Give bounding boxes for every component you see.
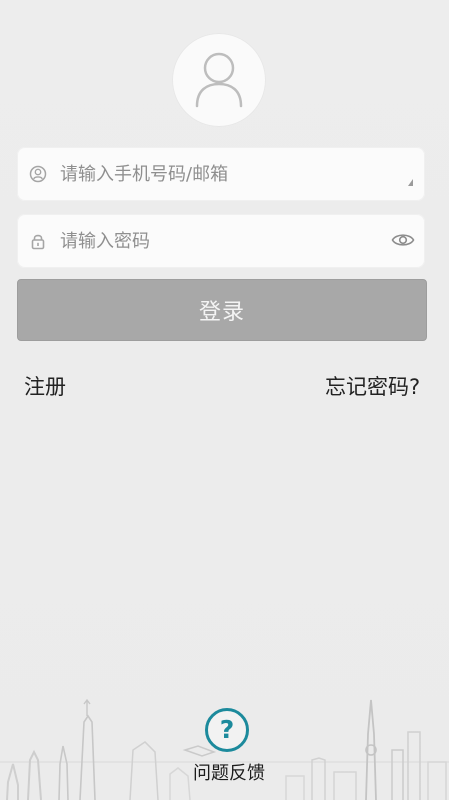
password-input[interactable]	[60, 224, 390, 258]
account-input[interactable]	[60, 157, 390, 191]
dropdown-triangle-icon[interactable]	[408, 179, 413, 186]
eye-icon[interactable]	[391, 230, 415, 250]
account-field	[17, 147, 425, 201]
password-field	[17, 214, 425, 268]
user-icon	[29, 165, 47, 183]
question-circle-icon: ?	[205, 708, 249, 752]
feedback-label: 问题反馈	[193, 763, 265, 784]
question-mark-icon: ?	[219, 715, 235, 744]
forgot-password-link[interactable]: 忘记密码?	[325, 371, 420, 401]
register-link[interactable]: 注册	[24, 371, 66, 401]
lock-icon	[31, 234, 45, 250]
user-avatar-icon	[195, 52, 243, 108]
login-screen: 登录 注册 忘记密码? ? 问题反馈	[0, 0, 449, 800]
avatar	[172, 33, 266, 127]
login-button[interactable]: 登录	[17, 279, 427, 341]
feedback-button[interactable]: ? 问题反馈	[190, 708, 268, 784]
